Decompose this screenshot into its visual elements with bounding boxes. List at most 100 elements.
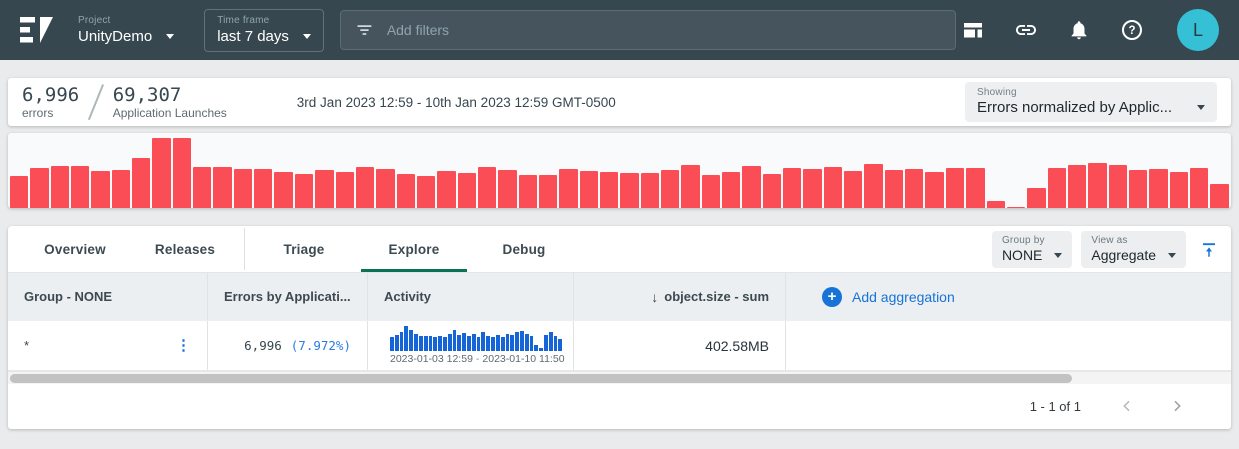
bar [315, 170, 333, 208]
chevron-down-icon [1054, 253, 1062, 258]
sort-descending-icon: ↓ [651, 289, 658, 305]
launches-label: Application Launches [113, 106, 227, 120]
notifications-button[interactable] [1067, 18, 1091, 42]
bar [437, 171, 455, 208]
bar [925, 172, 943, 208]
column-header-group[interactable]: Group - NONE [8, 273, 207, 320]
share-link-button[interactable] [1014, 18, 1038, 42]
bar [534, 345, 538, 351]
previous-page-button[interactable] [1115, 394, 1139, 418]
row-menu-icon[interactable]: ⋮ [176, 338, 191, 353]
showing-value: Errors normalized by Applic... [977, 99, 1172, 116]
project-selector[interactable]: Project UnityDemo [78, 15, 174, 45]
bar [112, 170, 130, 209]
timeframe-label: Time frame [217, 15, 311, 26]
next-page-button[interactable] [1165, 394, 1189, 418]
tab-explore[interactable]: Explore [359, 226, 469, 272]
bar [1210, 184, 1228, 209]
tab-overview[interactable]: Overview [20, 226, 130, 272]
activity-caption: 2023-01-03 12:59-2023-01-10 11:50 [390, 353, 565, 365]
table-header: Group - NONE Errors by Applicati... Acti… [8, 272, 1231, 320]
bar [530, 336, 534, 351]
plus-icon: + [822, 287, 842, 307]
bar [544, 335, 548, 351]
bar [254, 169, 272, 208]
tab-releases[interactable]: Releases [130, 226, 240, 272]
align-top-icon [1200, 241, 1218, 259]
view-as-selector[interactable]: View as Aggregate [1081, 231, 1186, 268]
filter-icon [355, 20, 374, 40]
bar [558, 339, 562, 352]
bar [448, 334, 452, 352]
bar [419, 336, 423, 352]
bar [661, 170, 679, 208]
chevron-down-icon [1168, 253, 1176, 258]
bar [600, 172, 618, 208]
row-object-size: 402.58MB [573, 321, 785, 370]
chevron-left-icon [1119, 398, 1135, 414]
collapse-to-top-button[interactable] [1197, 238, 1221, 262]
bar [722, 172, 740, 208]
chevron-down-icon [303, 34, 311, 39]
dashboard-icon [961, 18, 985, 42]
bar [844, 171, 862, 208]
bar [520, 331, 524, 351]
bar [510, 335, 514, 351]
chevron-right-icon [1169, 398, 1185, 414]
top-navbar: Project UnityDemo Time frame last 7 days [0, 0, 1239, 60]
bar [481, 332, 485, 351]
bar [905, 169, 923, 208]
add-filters-input[interactable] [387, 22, 941, 38]
bar [742, 166, 760, 208]
column-header-activity[interactable]: Activity [367, 273, 573, 320]
errors-histogram-card [8, 133, 1231, 208]
group-value: * [24, 338, 29, 353]
bar [193, 167, 211, 208]
bar [462, 333, 466, 351]
bar [30, 168, 48, 208]
help-button[interactable]: ? [1120, 18, 1144, 42]
bar [438, 336, 442, 351]
project-value: UnityDemo [78, 28, 152, 45]
bar [467, 336, 471, 351]
user-avatar[interactable]: L [1177, 9, 1219, 51]
page-range-text: 1 - 1 of 1 [1030, 399, 1081, 414]
bar [213, 167, 231, 208]
row-errors-percent: (7.972%) [291, 338, 351, 353]
pagination: 1 - 1 of 1 [8, 384, 1231, 428]
horizontal-scrollbar [8, 371, 1231, 384]
group-by-selector[interactable]: Group by NONE [992, 231, 1072, 268]
dashboards-button[interactable] [961, 18, 985, 42]
launches-stat: 69,307 Application Launches [113, 85, 227, 120]
date-range-text: 3rd Jan 2023 12:59 - 10th Jan 2023 12:59… [297, 95, 616, 110]
bar [824, 167, 842, 208]
bar [491, 337, 495, 351]
add-aggregation-button[interactable]: + Add aggregation [802, 287, 955, 307]
scrollbar-thumb[interactable] [10, 374, 1072, 383]
column-header-object-size[interactable]: ↓ object.size - sum [573, 273, 785, 320]
tab-debug[interactable]: Debug [469, 226, 579, 272]
bar [152, 138, 170, 208]
filters-bar[interactable] [340, 10, 956, 50]
timeframe-selector[interactable]: Time frame last 7 days [204, 9, 324, 52]
bar [559, 169, 577, 208]
bar [443, 337, 447, 351]
tab-triage[interactable]: Triage [249, 226, 359, 272]
bar [681, 165, 699, 208]
backtrace-logo [20, 17, 56, 43]
showing-selector[interactable]: Showing Errors normalized by Applic... [965, 82, 1217, 122]
column-header-errors[interactable]: Errors by Applicati... [207, 273, 367, 320]
bar [803, 169, 821, 208]
activity-sparkline[interactable] [390, 326, 562, 351]
bar [424, 336, 428, 351]
bar [1149, 169, 1167, 208]
bar [506, 334, 510, 352]
table-row[interactable]: * ⋮ 6,996 (7.972%) 2023-01-03 12:59-2023… [8, 320, 1231, 371]
errors-stat: 6,996 errors [22, 85, 79, 120]
bar [409, 330, 413, 351]
bar [864, 164, 882, 208]
stat-divider [88, 84, 104, 120]
bar [620, 173, 638, 208]
chevron-down-icon [1197, 105, 1205, 110]
errors-histogram[interactable] [10, 138, 1229, 208]
